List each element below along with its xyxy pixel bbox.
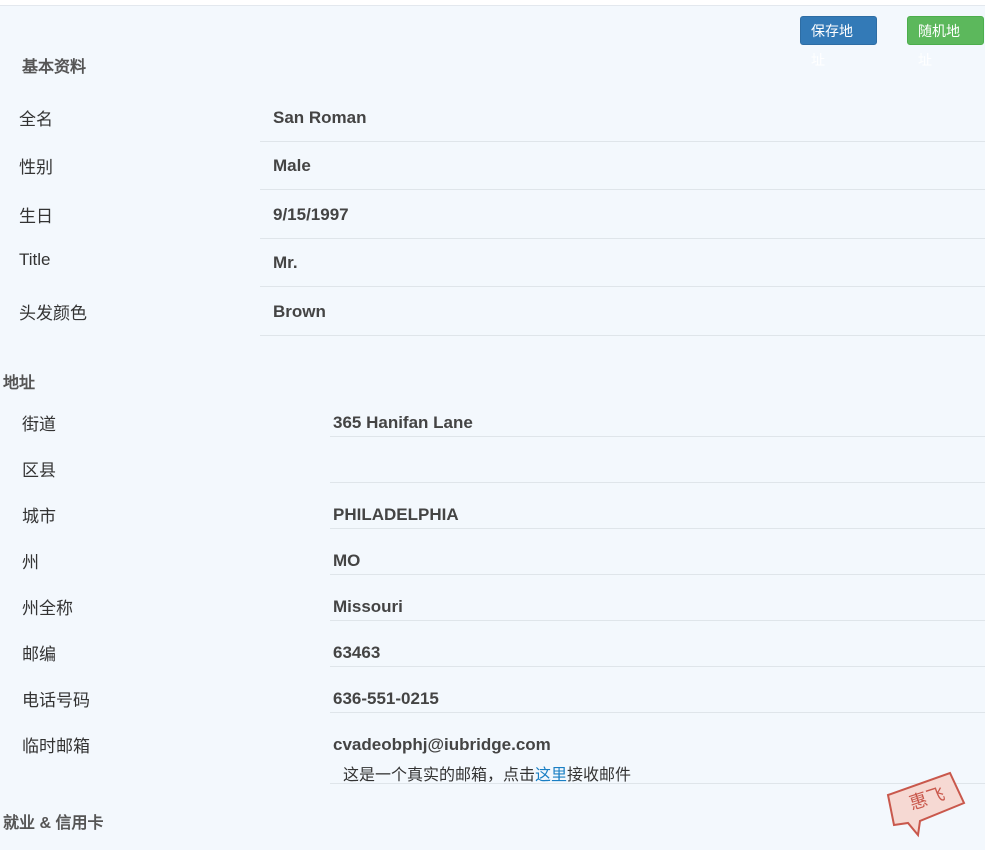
- row-value-temp-email[interactable]: cvadeobphj@iubridge.com: [333, 735, 551, 755]
- row-divider: [330, 436, 985, 437]
- row-label-hair-color: 头发颜色: [19, 304, 87, 323]
- row-divider: [330, 620, 985, 621]
- row-value-birthday: 9/15/1997: [273, 205, 349, 224]
- row-divider: [330, 574, 985, 575]
- row-divider: [330, 528, 985, 529]
- row-value-gender: Male: [273, 156, 311, 175]
- watermark-logo: 惠飞: [886, 771, 966, 838]
- row-label-state-full: 州全称: [22, 599, 73, 618]
- row-divider: [260, 141, 985, 142]
- save-address-button[interactable]: 保存地址: [800, 16, 877, 68]
- random-address-button[interactable]: 随机地址: [907, 16, 984, 68]
- row-divider: [260, 238, 985, 239]
- row-divider: [260, 189, 985, 190]
- row-value-title: Mr.: [273, 253, 298, 272]
- row-label-birthday: 生日: [19, 207, 53, 226]
- row-divider: [330, 666, 985, 667]
- row-value-city: PHILADELPHIA: [333, 505, 459, 524]
- row-label-street: 街道: [22, 415, 56, 434]
- row-value-hair-color: Brown: [273, 302, 326, 321]
- basic-info-title: 基本资料: [22, 59, 87, 76]
- address-title: 地址: [3, 375, 36, 392]
- row-label-phone: 电话号码: [22, 691, 90, 710]
- row-value-state: MO: [333, 551, 361, 570]
- row-label-state: 州: [22, 553, 39, 572]
- row-value-street: 365 Hanifan Lane: [333, 413, 473, 432]
- row-label-zip: 邮编: [22, 645, 56, 664]
- top-border: [0, 0, 985, 6]
- row-divider: [330, 712, 985, 713]
- row-label-temp-email: 临时邮箱: [22, 737, 90, 756]
- email-note-suffix: 接收邮件: [567, 767, 632, 784]
- row-value-state-full: Missouri: [333, 597, 403, 616]
- row-value-phone: 636-551-0215: [333, 689, 439, 708]
- row-label-city: 城市: [22, 507, 56, 526]
- email-note-prefix: 这是一个真实的邮箱，点击: [343, 767, 536, 784]
- row-label-district: 区县: [22, 461, 56, 480]
- row-divider: [330, 482, 985, 483]
- row-value-fullname: San Roman: [273, 108, 367, 127]
- row-label-gender: 性别: [19, 158, 53, 177]
- row-divider: [260, 335, 985, 336]
- email-inbox-link[interactable]: 这里: [535, 767, 567, 784]
- row-value-zip: 63463: [333, 643, 381, 662]
- row-label-fullname: 全名: [19, 110, 53, 129]
- employment-title: 就业 & 信用卡: [3, 815, 104, 832]
- email-note: 这是一个真实的邮箱，点击这里接收邮件: [343, 761, 631, 785]
- row-label-title: Title: [19, 250, 51, 269]
- row-divider: [260, 286, 985, 287]
